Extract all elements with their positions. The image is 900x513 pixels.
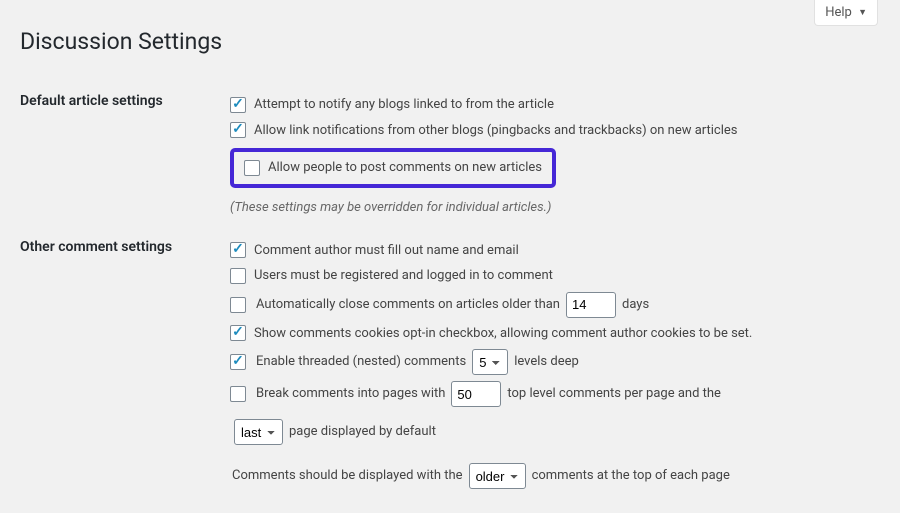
help-tab[interactable]: Help ▼ [814, 0, 878, 26]
label-allow-comments[interactable]: Allow people to post comments on new art… [268, 158, 542, 178]
highlight-allow-comments: Allow people to post comments on new art… [230, 148, 556, 188]
checkbox-require-registration[interactable] [230, 268, 246, 284]
input-auto-close-days[interactable] [566, 292, 616, 318]
select-display-order[interactable]: older [469, 463, 526, 489]
label-paginate-post: page displayed by default [289, 422, 436, 442]
label-paginate-pre[interactable]: Break comments into pages with [256, 384, 445, 404]
help-label: Help [825, 5, 852, 20]
label-auto-close-post: days [622, 295, 649, 315]
checkbox-allow-pingbacks[interactable] [230, 122, 246, 138]
select-threaded-levels[interactable]: 5 [472, 349, 508, 375]
input-paginate-per-page[interactable] [451, 381, 501, 407]
label-paginate-mid: top level comments per page and the [507, 384, 721, 404]
label-notify-blogs[interactable]: Attempt to notify any blogs linked to fr… [254, 95, 554, 115]
section-heading-default: Default article settings [20, 79, 230, 225]
page-title: Discussion Settings [20, 28, 880, 55]
label-display-post: comments at the top of each page [532, 466, 730, 486]
section-heading-other: Other comment settings [20, 225, 230, 506]
checkbox-require-name-email[interactable] [230, 242, 246, 258]
label-display-pre: Comments should be displayed with the [232, 466, 463, 486]
chevron-down-icon: ▼ [858, 8, 867, 18]
label-require-name-email[interactable]: Comment author must fill out name and em… [254, 241, 519, 261]
label-threaded-pre[interactable]: Enable threaded (nested) comments [256, 352, 466, 372]
select-paginate-default-page[interactable]: last [234, 419, 283, 445]
label-require-registration[interactable]: Users must be registered and logged in t… [254, 266, 553, 286]
label-cookies-optin[interactable]: Show comments cookies opt-in checkbox, a… [254, 324, 752, 344]
checkbox-threaded[interactable] [230, 354, 246, 370]
label-threaded-post: levels deep [514, 352, 579, 372]
hint-default-settings: (These settings may be overridden for in… [230, 200, 870, 215]
label-auto-close-pre[interactable]: Automatically close comments on articles… [256, 295, 560, 315]
checkbox-allow-comments[interactable] [244, 160, 260, 176]
checkbox-notify-blogs[interactable] [230, 97, 246, 113]
label-allow-pingbacks[interactable]: Allow link notifications from other blog… [254, 121, 738, 141]
checkbox-auto-close[interactable] [230, 297, 246, 313]
checkbox-cookies-optin[interactable] [230, 325, 246, 341]
checkbox-paginate[interactable] [230, 386, 246, 402]
